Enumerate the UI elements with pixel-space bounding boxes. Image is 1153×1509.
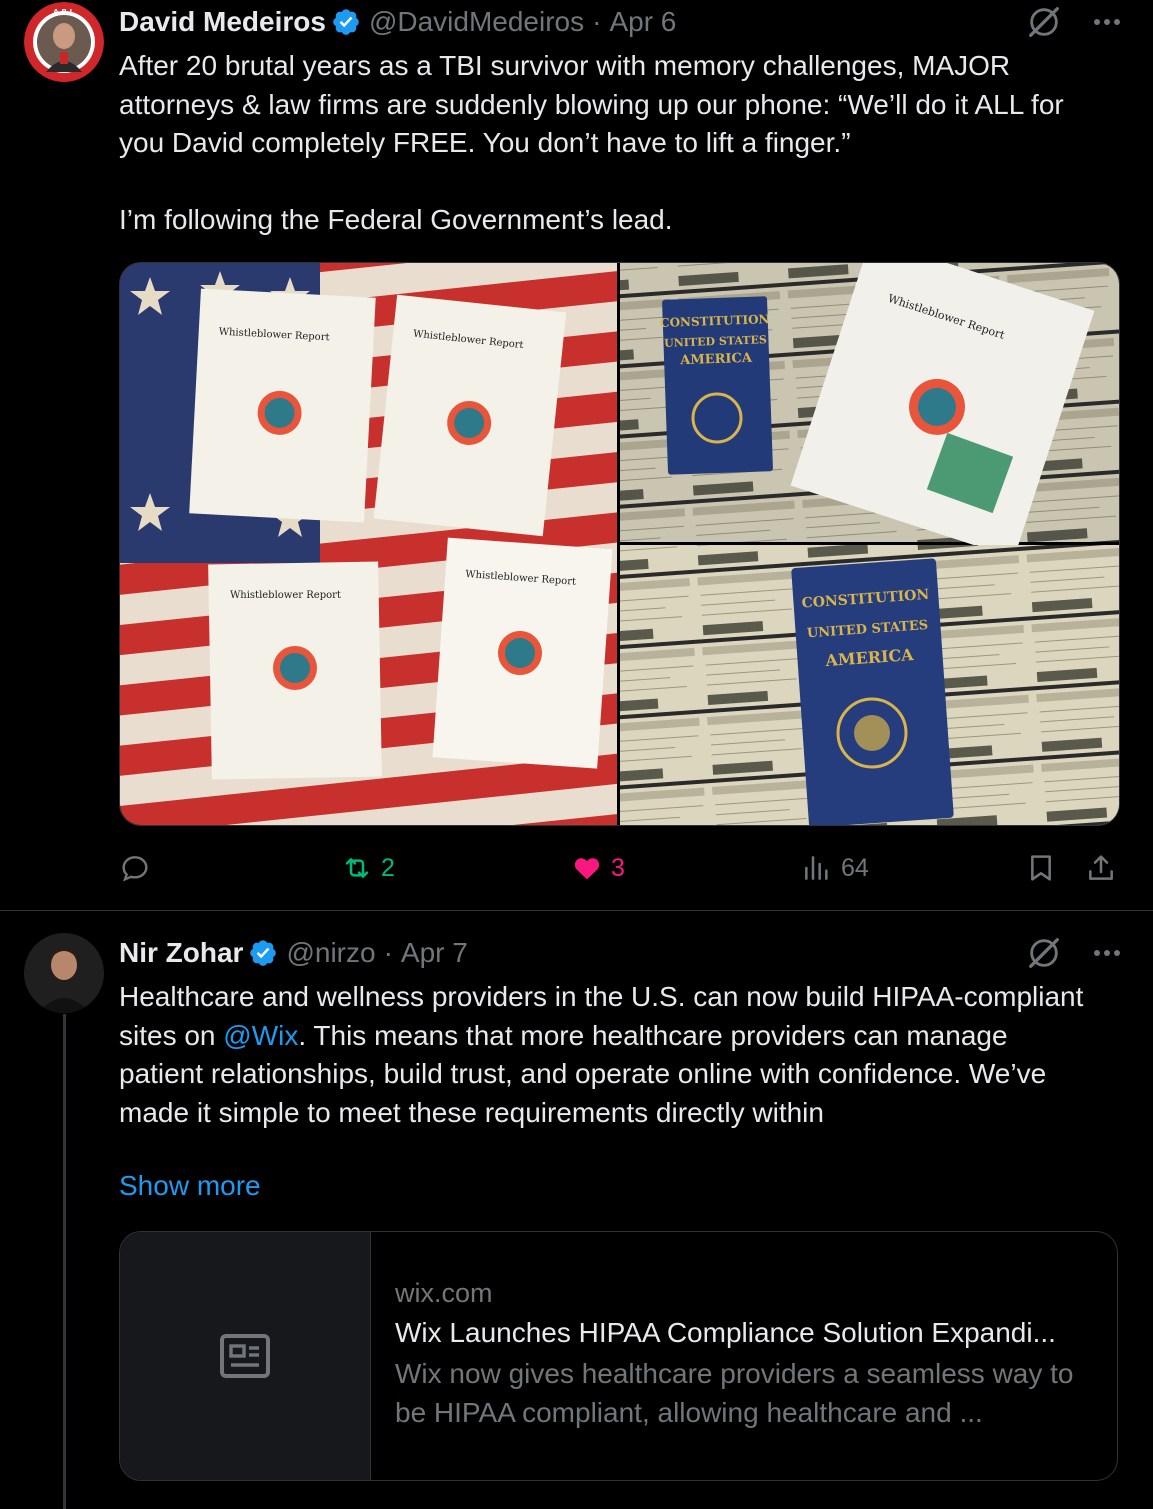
repost-count: 2 xyxy=(381,853,395,882)
avatar[interactable]: A.B.I. xyxy=(24,2,104,82)
book-america: AMERICA xyxy=(679,351,753,369)
binder-title: Whistleblower Report xyxy=(230,590,341,601)
verified-badge-icon xyxy=(250,940,277,966)
more-options-icon[interactable] xyxy=(1091,937,1123,969)
card-description: Wix now gives healthcare providers a sea… xyxy=(395,1358,1074,1428)
post-date[interactable]: Apr 6 xyxy=(609,6,676,38)
post-david-medeiros[interactable]: A.B.I. David Medeiros @DavidMedeiros · A… xyxy=(0,0,1153,911)
thread-connector xyxy=(63,1014,66,1509)
mention-link[interactable]: @Wix xyxy=(223,1020,298,1051)
post-text-paragraph: After 20 brutal years as a TBI survivor … xyxy=(119,50,1064,159)
svg-text:A.B.I.: A.B.I. xyxy=(53,8,74,16)
post-header: Nir Zohar @nirzo · Apr 7 xyxy=(119,931,1123,975)
post-actions: 2 3 64 xyxy=(119,846,1123,890)
verified-badge-icon xyxy=(333,9,359,35)
card-title: Wix Launches HIPAA Compliance Solution E… xyxy=(395,1317,1056,1348)
heart-icon xyxy=(574,858,600,880)
grok-icon[interactable] xyxy=(1025,3,1063,41)
repost-icon xyxy=(345,858,369,878)
like-button[interactable]: 3 xyxy=(571,846,625,890)
author-name[interactable]: Nir Zohar xyxy=(119,937,243,969)
share-icon xyxy=(1089,855,1113,880)
post-media-grid[interactable]: Whistleblower Report Whistleblower Repor… xyxy=(119,262,1120,826)
repost-button[interactable]: 2 xyxy=(341,846,395,890)
views-icon xyxy=(805,856,828,880)
post-text-paragraph: I’m following the Federal Government’s l… xyxy=(119,204,673,236)
show-more-link[interactable]: Show more xyxy=(119,1170,261,1202)
grok-icon[interactable] xyxy=(1025,934,1063,972)
bookmark-icon xyxy=(1031,855,1051,881)
header-actions xyxy=(1025,0,1123,44)
post-date[interactable]: Apr 7 xyxy=(401,937,468,969)
card-domain: wix.com xyxy=(395,1278,493,1308)
article-icon xyxy=(220,1334,270,1378)
views-count: 64 xyxy=(841,853,869,882)
share-button[interactable] xyxy=(1085,846,1117,890)
link-preview-card[interactable]: wix.com Wix Launches HIPAA Compliance So… xyxy=(119,1231,1118,1481)
like-count: 3 xyxy=(611,853,625,882)
bookmark-button[interactable] xyxy=(1025,846,1057,890)
post-header: David Medeiros @DavidMedeiros · Apr 6 xyxy=(119,0,1123,44)
reply-icon xyxy=(122,856,148,882)
header-actions xyxy=(1025,931,1123,975)
author-handle[interactable]: @DavidMedeiros xyxy=(369,6,584,38)
author-name[interactable]: David Medeiros xyxy=(119,6,326,38)
author-handle[interactable]: @nirzo xyxy=(286,937,375,969)
media-image-constitution-on-forms[interactable]: CONSTITUTION UNITED STATES AMERICA xyxy=(620,545,1119,825)
separator: · xyxy=(383,937,393,968)
post-body: Healthcare and wellness providers in the… xyxy=(119,978,1087,1132)
views-button[interactable]: 64 xyxy=(801,846,869,890)
post-body: After 20 brutal years as a TBI survivor … xyxy=(119,47,1103,240)
media-image-binders-on-flag[interactable]: Whistleblower Report Whistleblower Repor… xyxy=(120,263,617,825)
separator: · xyxy=(592,6,602,37)
reply-button[interactable] xyxy=(119,846,159,890)
media-image-constitution-and-report[interactable]: CONSTITUTION UNITED STATES AMERICA Whist… xyxy=(620,263,1119,559)
post-nir-zohar[interactable]: Nir Zohar @nirzo · Apr 7 Healthcare and … xyxy=(0,911,1153,1509)
avatar[interactable] xyxy=(24,933,104,1013)
card-info: wix.com Wix Launches HIPAA Compliance So… xyxy=(371,1232,1117,1480)
more-options-icon[interactable] xyxy=(1091,6,1123,38)
card-thumbnail xyxy=(120,1232,371,1480)
